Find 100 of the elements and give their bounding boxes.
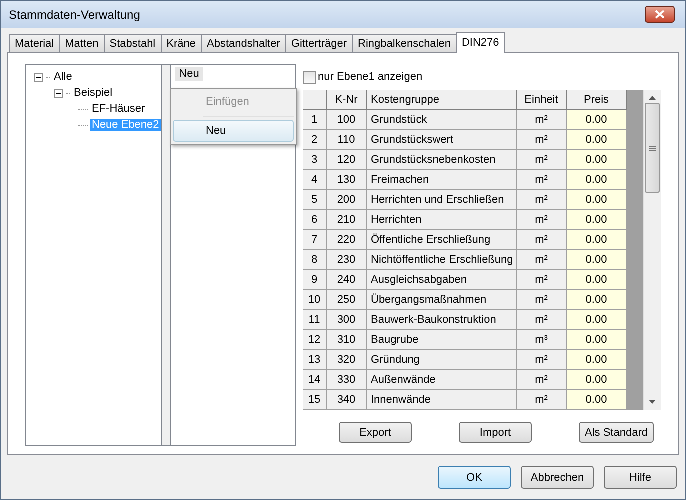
price-cell[interactable]: 0.00 xyxy=(567,130,627,150)
table-cell: Freimachen xyxy=(367,170,517,190)
row-number: 1 xyxy=(303,110,327,130)
table-cell: m² xyxy=(517,210,567,230)
table-cell: m² xyxy=(517,110,567,130)
tree-item[interactable]: Alle xyxy=(52,71,74,83)
tab[interactable]: Gitterträger xyxy=(285,34,354,53)
checkbox-label: nur Ebene1 anzeigen xyxy=(318,71,423,83)
tab[interactable]: Abstandshalter xyxy=(201,34,286,53)
price-cell[interactable]: 0.00 xyxy=(567,170,627,190)
table-cell: m² xyxy=(517,150,567,170)
table-cell: 110 xyxy=(327,130,367,150)
ok-button[interactable]: OK xyxy=(438,466,511,489)
table-cell: m² xyxy=(517,190,567,210)
price-cell[interactable]: 0.00 xyxy=(567,350,627,370)
grid-corner xyxy=(303,90,327,110)
row-number: 4 xyxy=(303,170,327,190)
table-cell: Grundstück xyxy=(367,110,517,130)
tab[interactable]: DIN276 xyxy=(456,32,506,53)
column-header[interactable]: Kostengruppe xyxy=(367,90,517,110)
cancel-button[interactable]: Abbrechen xyxy=(521,466,594,489)
collapse-icon[interactable] xyxy=(54,88,63,98)
list-item[interactable]: Neu xyxy=(175,67,204,81)
table-cell: Grundstückswert xyxy=(367,130,517,150)
price-cell[interactable]: 0.00 xyxy=(567,230,627,250)
row-number: 14 xyxy=(303,370,327,390)
splitter[interactable] xyxy=(162,64,170,446)
row-number: 11 xyxy=(303,310,327,330)
table-cell: Ausgleichsabgaben xyxy=(367,270,517,290)
price-cell[interactable]: 0.00 xyxy=(567,150,627,170)
tab[interactable]: Ringbalkenschalen xyxy=(352,34,457,53)
row-number: 10 xyxy=(303,290,327,310)
table-cell: m² xyxy=(517,230,567,250)
price-cell[interactable]: 0.00 xyxy=(567,370,627,390)
row-number: 8 xyxy=(303,250,327,270)
table-cell: 340 xyxy=(327,390,367,410)
price-cell[interactable]: 0.00 xyxy=(567,110,627,130)
price-cell[interactable]: 0.00 xyxy=(567,210,627,230)
row-number: 15 xyxy=(303,390,327,410)
price-cell[interactable]: 0.00 xyxy=(567,390,627,410)
scroll-down-icon[interactable] xyxy=(649,400,656,404)
scroll-up-icon[interactable] xyxy=(649,96,656,100)
table-cell: m² xyxy=(517,130,567,150)
close-icon xyxy=(655,10,665,19)
row-number: 5 xyxy=(303,190,327,210)
menu-item[interactable]: Neu xyxy=(173,120,294,142)
table-cell: 200 xyxy=(327,190,367,210)
tree-item[interactable]: EF-Häuser xyxy=(90,103,148,115)
column-header[interactable]: Einheit xyxy=(517,90,567,110)
tab[interactable]: Stabstahl xyxy=(104,34,162,53)
table-cell: m² xyxy=(517,270,567,290)
export-button[interactable]: Export xyxy=(339,422,412,443)
table-cell: 320 xyxy=(327,350,367,370)
vertical-scrollbar[interactable] xyxy=(643,90,661,410)
table-cell: Baugrube xyxy=(367,330,517,350)
row-number: 9 xyxy=(303,270,327,290)
table-cell: 230 xyxy=(327,250,367,270)
table-cell: Herrichten xyxy=(367,210,517,230)
column-header[interactable]: K-Nr xyxy=(327,90,367,110)
row-number: 2 xyxy=(303,130,327,150)
price-cell[interactable]: 0.00 xyxy=(567,190,627,210)
table-cell: Herrichten und Erschließen xyxy=(367,190,517,210)
table-cell: 300 xyxy=(327,310,367,330)
table-cell: 210 xyxy=(327,210,367,230)
price-cell[interactable]: 0.00 xyxy=(567,310,627,330)
tab[interactable]: Kräne xyxy=(160,34,202,53)
table-cell: 330 xyxy=(327,370,367,390)
column-header[interactable]: Preis xyxy=(567,90,627,110)
row-number: 13 xyxy=(303,350,327,370)
table-cell: 250 xyxy=(327,290,367,310)
window-title: Stammdaten-Verwaltung xyxy=(9,8,140,22)
table-cell: Außenwände xyxy=(367,370,517,390)
price-cell[interactable]: 0.00 xyxy=(567,290,627,310)
close-button[interactable] xyxy=(645,6,675,23)
table-cell: m² xyxy=(517,250,567,270)
table-cell: 120 xyxy=(327,150,367,170)
table-cell: Übergangsmaßnahmen xyxy=(367,290,517,310)
standard-button[interactable]: Als Standard xyxy=(579,422,654,443)
table-cell: Öffentliche Erschließung xyxy=(367,230,517,250)
import-button[interactable]: Import xyxy=(459,422,532,443)
table-cell: m² xyxy=(517,350,567,370)
table-cell: m² xyxy=(517,170,567,190)
help-button[interactable]: Hilfe xyxy=(604,466,677,489)
row-number: 6 xyxy=(303,210,327,230)
price-cell[interactable]: 0.00 xyxy=(567,270,627,290)
tree-item[interactable]: Beispiel xyxy=(72,87,115,99)
checkbox[interactable] xyxy=(303,70,316,84)
collapse-icon[interactable] xyxy=(34,72,43,82)
tab[interactable]: Material xyxy=(9,34,60,53)
scroll-thumb[interactable] xyxy=(645,103,660,193)
price-cell[interactable]: 0.00 xyxy=(567,250,627,270)
table-cell: m² xyxy=(517,310,567,330)
table-cell: 240 xyxy=(327,270,367,290)
table-cell: m² xyxy=(517,370,567,390)
table-cell: 310 xyxy=(327,330,367,350)
table-cell: 220 xyxy=(327,230,367,250)
price-cell[interactable]: 0.00 xyxy=(567,330,627,350)
tab[interactable]: Matten xyxy=(59,34,105,53)
table-cell: Gründung xyxy=(367,350,517,370)
table-cell: 100 xyxy=(327,110,367,130)
